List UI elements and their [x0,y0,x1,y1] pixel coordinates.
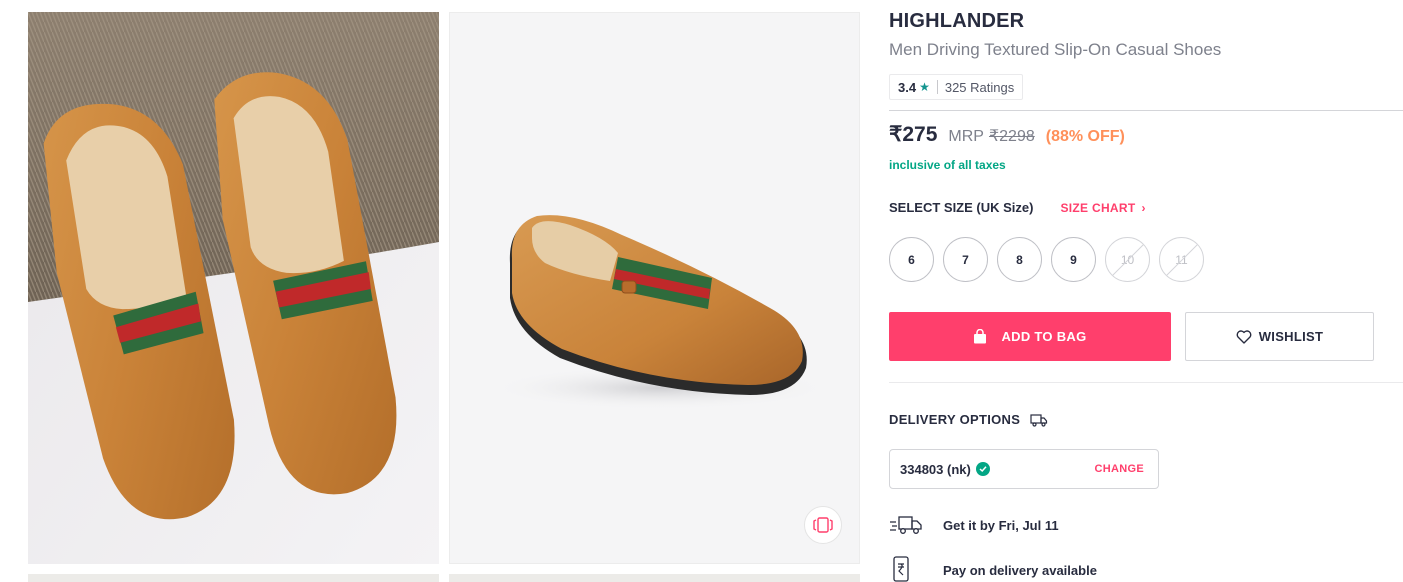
rating-badge[interactable]: 3.4 ★ 325 Ratings [889,74,1024,100]
size-option-7[interactable]: 7 [943,237,988,282]
selling-price: ₹275 [889,123,938,146]
gallery-image-row-2 [28,574,439,582]
chevron-right-icon: › [1141,200,1146,215]
pincode-box: 334803 (nk) CHANGE [889,449,1159,489]
add-to-bag-button[interactable]: ADD TO BAG [889,312,1171,361]
size-options: 6 7 8 9 10 11 [889,237,1213,282]
delivery-title: DELIVERY OPTIONS [889,412,1021,427]
shopping-bag-icon [974,329,987,344]
product-brand: HIGHLANDER [889,10,1025,32]
divider [889,110,1403,111]
delivery-date-row: Get it by Fri, Jul 11 [889,514,1059,536]
check-circle-icon [975,462,990,476]
mrp-price: ₹2298 [988,128,1035,145]
size-option-9[interactable]: 9 [1051,237,1096,282]
change-pincode-button[interactable]: CHANGE [1095,463,1144,475]
heart-icon [1236,329,1252,344]
shoe-pair-photo [28,12,439,564]
product-name: Men Driving Textured Slip-On Casual Shoe… [889,40,1222,59]
size-chart-link[interactable]: SIZE CHART › [1060,201,1145,215]
star-icon: ★ [919,80,930,94]
rating-divider [936,80,938,94]
product-image-single[interactable] [449,12,860,564]
tax-note: inclusive of all taxes [889,158,1006,172]
wishlist-label: WISHLIST [1258,329,1324,344]
size-option-8[interactable]: 8 [997,237,1042,282]
fast-delivery-truck-icon [889,514,925,536]
add-to-bag-label: ADD TO BAG [1001,329,1087,344]
single-shoe-photo [490,215,830,410]
similar-products-icon [813,517,833,533]
cash-payment-icon [889,556,925,582]
size-title: SELECT SIZE (UK Size) [889,200,1034,215]
delivery-header: DELIVERY OPTIONS [889,412,1048,427]
rating-count: 325 Ratings [944,79,1015,95]
delivery-date-text: Get it by Fri, Jul 11 [943,517,1059,533]
size-option-10-unavailable: 10 [1105,237,1150,282]
size-option-6[interactable]: 6 [889,237,934,282]
payment-option-text: Pay on delivery available [943,562,1097,578]
pincode-value: 334803 (nk) [900,461,971,477]
mrp-label: MRP [948,128,984,145]
view-similar-button[interactable] [804,506,842,544]
truck-icon [1030,413,1048,427]
wishlist-button[interactable]: WISHLIST [1185,312,1374,361]
divider [889,382,1403,383]
payment-option-row: Pay on delivery available [889,556,1097,582]
size-option-11-unavailable: 11 [1159,237,1204,282]
price-row: ₹275 MRP ₹2298 (88% OFF) [889,122,1125,147]
size-header: SELECT SIZE (UK Size) SIZE CHART › [889,200,1146,215]
discount-percent: (88% OFF) [1045,128,1125,145]
rating-value: 3.4 [898,79,917,95]
size-chart-label: SIZE CHART [1060,200,1136,215]
gallery-image-row-2b [449,574,860,582]
product-image-pair[interactable] [28,12,439,564]
